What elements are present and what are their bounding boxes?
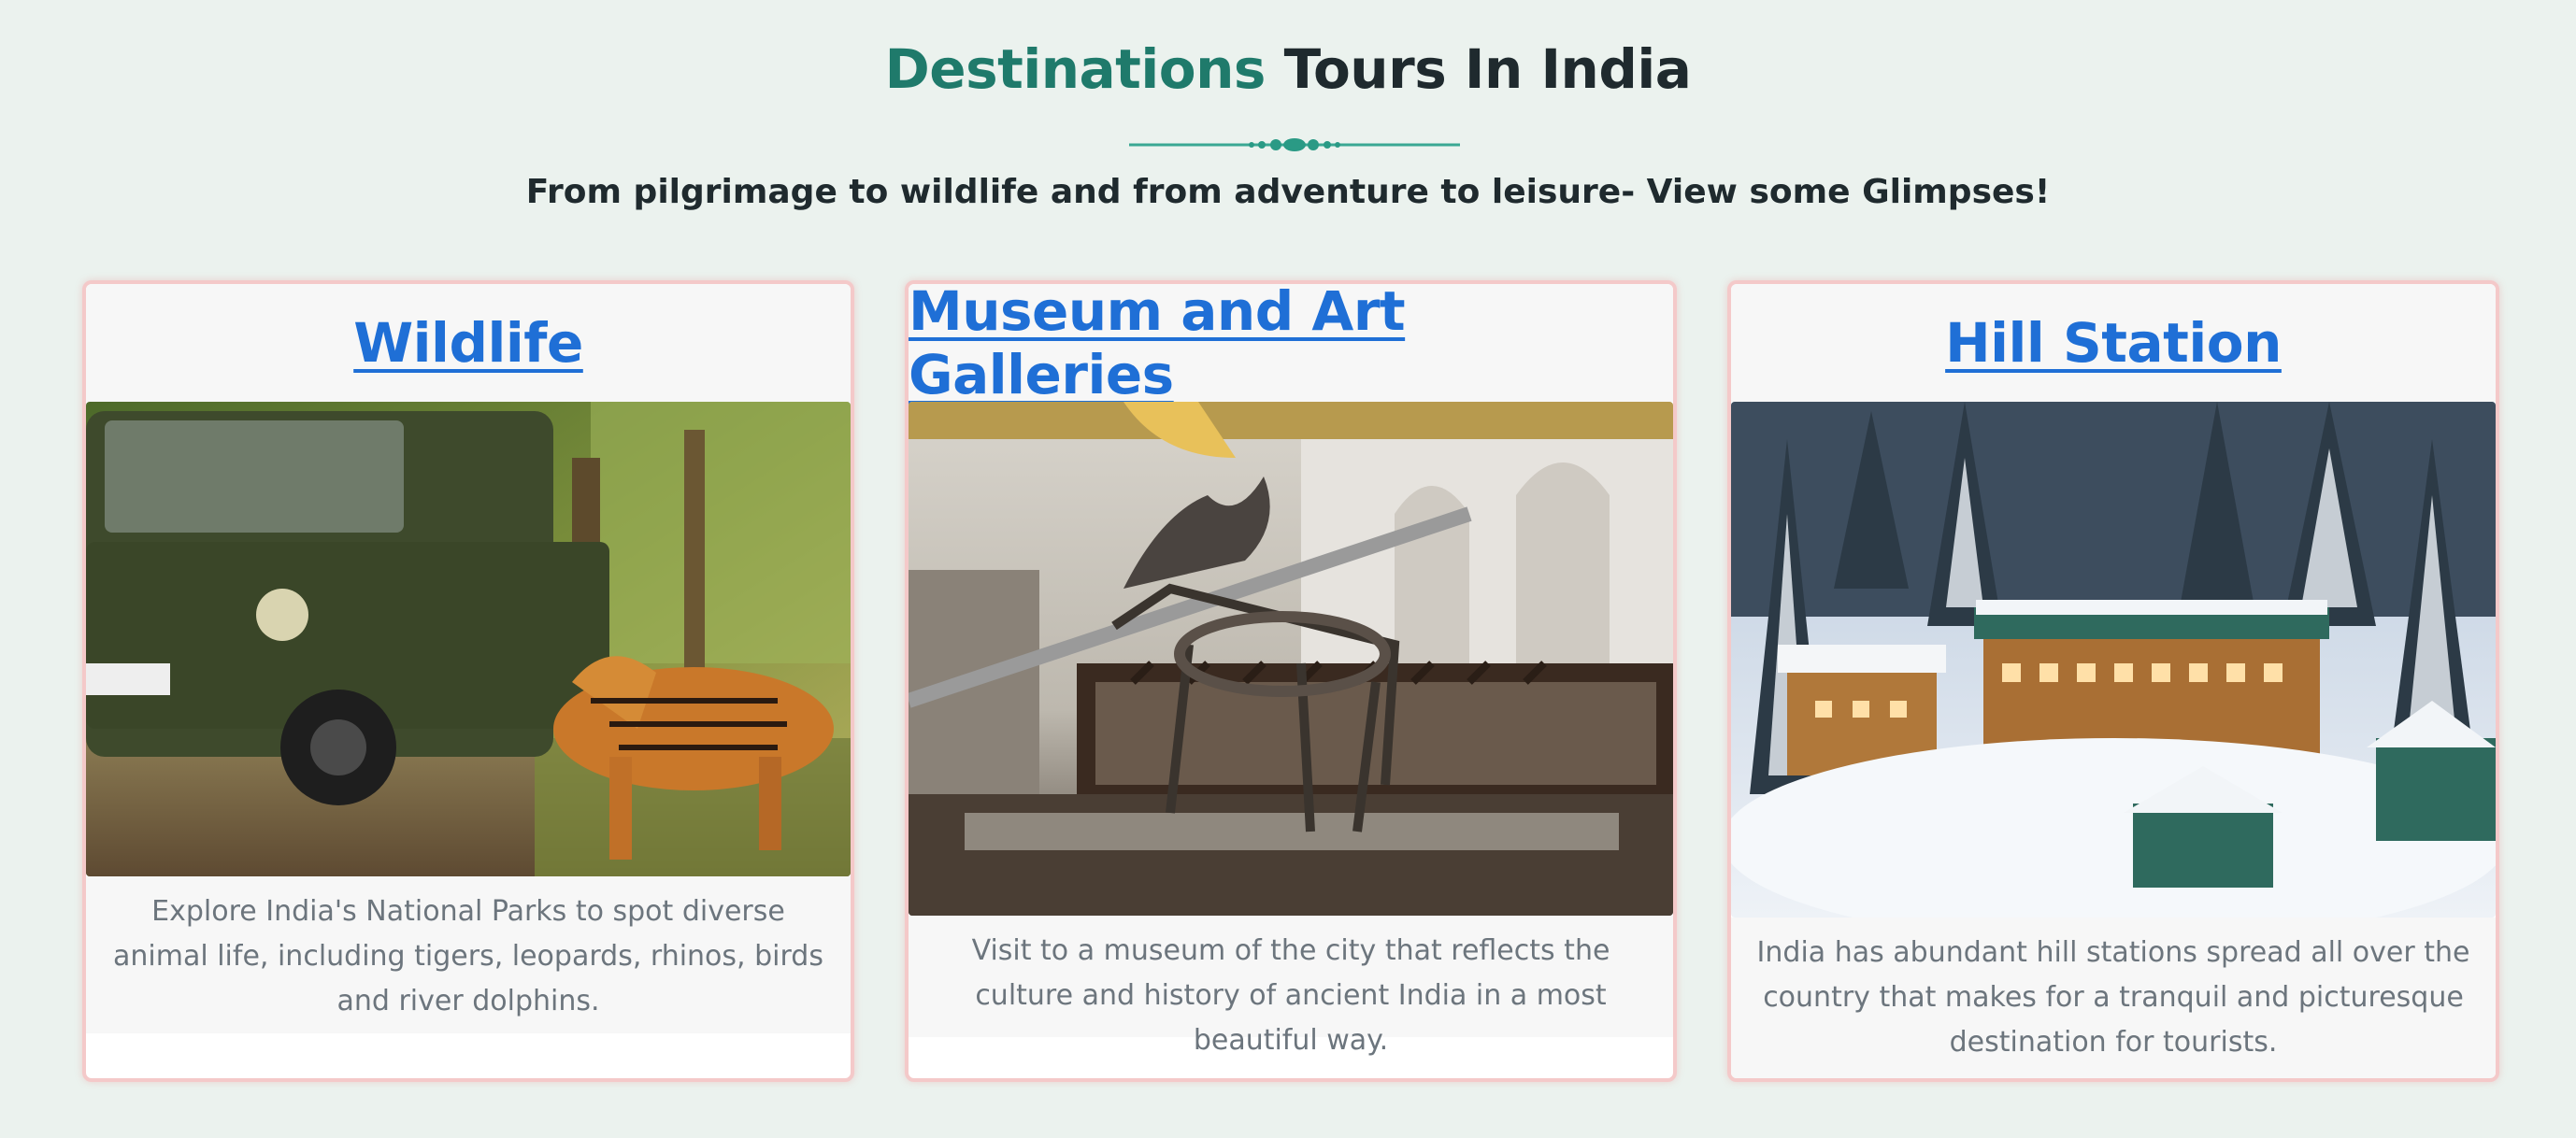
card-header: Wildlife — [86, 284, 851, 402]
card-description: India has abundant hill stations spread … — [1731, 918, 2496, 1078]
card-header: Hill Station — [1731, 284, 2496, 402]
card-description: Visit to a museum of the city that refle… — [909, 916, 1673, 1057]
destination-card-hill-station: Hill Station India has abundant hill sta… — [1727, 280, 2499, 1082]
section-subtitle: From pilgrimage to wildlife and from adv… — [525, 173, 2051, 211]
section-title: Destinations Tours In India — [0, 32, 2576, 107]
section-title-rest: Tours In India — [1265, 37, 1692, 101]
card-title-link[interactable]: Wildlife — [353, 311, 583, 375]
tiger-jeep-safari-image — [86, 402, 851, 876]
destination-card-museum: Museum and Art Galleries Visit to a muse… — [905, 280, 1677, 1082]
card-description: Explore India's National Parks to spot d… — [86, 876, 851, 1033]
destination-card-wildlife: Wildlife Explore India's National Parks … — [82, 280, 854, 1082]
ornament-divider-icon — [1129, 138, 1460, 151]
museum-skeleton-hall-image — [909, 402, 1673, 916]
card-title-link[interactable]: Hill Station — [1945, 311, 2282, 375]
card-header: Museum and Art Galleries — [909, 284, 1673, 406]
section-title-accent: Destinations — [884, 37, 1267, 101]
snowy-hill-hotel-image — [1731, 402, 2496, 918]
card-title-link[interactable]: Museum and Art Galleries — [909, 284, 1673, 406]
